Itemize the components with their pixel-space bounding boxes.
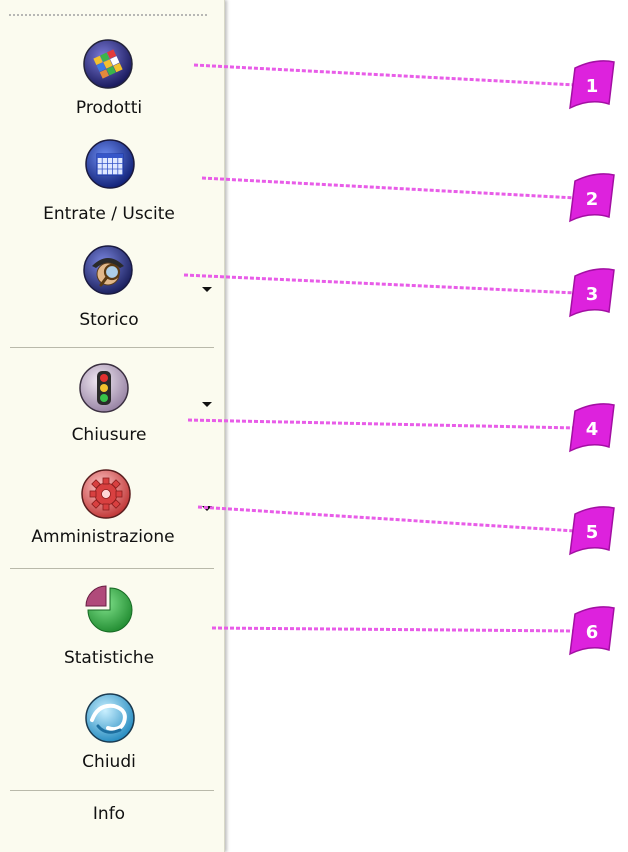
callout-badge-number: 2 — [586, 189, 599, 210]
callout-badge-4: 4 — [569, 403, 615, 453]
callout-badge-number: 1 — [586, 76, 599, 97]
callout-badge-5: 5 — [569, 506, 615, 556]
callout-line-4 — [187, 418, 577, 430]
callout-badge-number: 3 — [586, 284, 599, 305]
callout-line-3 — [183, 273, 577, 295]
callout-overlay: 1 2 3 4 5 6 — [183, 60, 615, 656]
callout-badge-number: 4 — [586, 419, 599, 440]
callout-badge-1: 1 — [569, 60, 615, 110]
callout-line-2 — [201, 176, 577, 200]
callout-badge-number: 5 — [586, 522, 599, 543]
callout-badge-6: 6 — [569, 606, 615, 656]
callout-line-1 — [193, 63, 577, 87]
callout-line-5 — [197, 505, 577, 533]
callout-badge-number: 6 — [586, 622, 599, 643]
callout-line-6 — [211, 626, 577, 633]
callout-badge-2: 2 — [569, 173, 615, 223]
callout-badge-3: 3 — [569, 268, 615, 318]
